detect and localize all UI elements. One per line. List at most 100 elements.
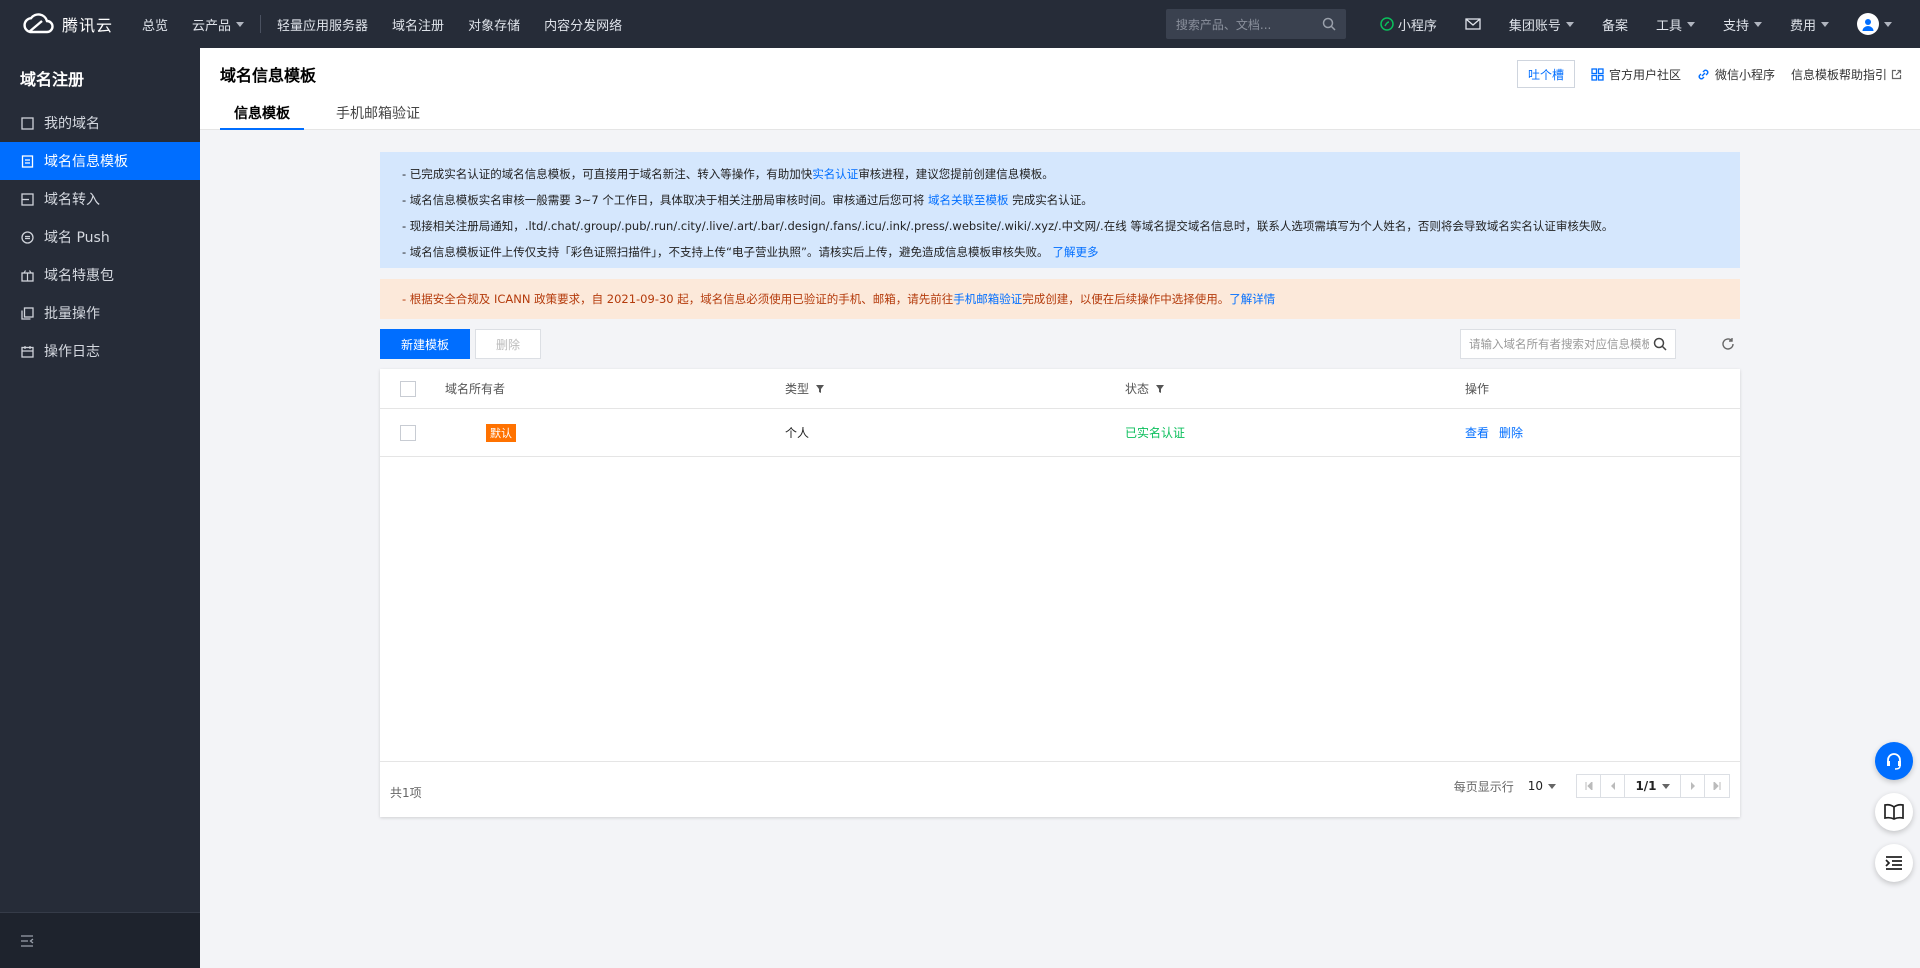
tab-verification[interactable]: 手机邮箱验证 [322,102,434,130]
customer-service-button[interactable] [1875,742,1913,780]
sidebar-item-batch[interactable]: 批量操作 [0,294,200,332]
sidebar-item-templates[interactable]: 域名信息模板 [0,142,200,180]
external-link-icon [1891,69,1902,79]
sidebar-item-log[interactable]: 操作日志 [0,332,200,370]
new-template-button[interactable]: 新建模板 [380,329,470,359]
headset-icon [1887,753,1901,770]
select-all-checkbox[interactable] [400,380,416,397]
owner-cell: 默认 [486,409,516,456]
brand-logo[interactable]: 腾讯云 [0,12,130,36]
view-link[interactable]: 查看 [1465,424,1489,441]
per-page-select[interactable]: 10 [1528,779,1556,793]
top-right-area: 搜索产品、文档... 小程序 集团账号 备案 工具 支持 费用 [1165,0,1920,48]
nav-domain-label: 域名注册 [392,18,445,34]
table-footer: 共1项 每页显示行 10 1/1 [380,761,1740,817]
notice-text: - 根据安全合规及 ICANN 政策要求，自 2021-09-30 起，域名信息… [402,292,954,306]
gift-icon [20,268,34,282]
type-cell: 个人 [785,426,810,440]
phone-email-verify-link[interactable]: 手机邮箱验证 [953,292,1022,306]
nav-cos-label: 对象存储 [468,18,521,34]
nav-cos[interactable]: 对象存储 [456,0,532,48]
outline-button[interactable] [1875,844,1913,882]
link-domain-template[interactable]: 域名关联至模板 [928,193,1009,207]
sidebar-item-transfer[interactable]: 域名转入 [0,180,200,218]
current-page-select[interactable]: 1/1 [1625,775,1681,797]
search-icon[interactable] [1653,337,1667,351]
mail-button[interactable] [1451,0,1495,48]
caret-down-icon [1548,783,1556,789]
tab-templates[interactable]: 信息模板 [220,102,304,130]
search-icon [1322,17,1336,31]
notice-text: 完成实名认证。 [1008,193,1093,207]
mini-program-link[interactable]: 小程序 [1366,0,1451,48]
sidebar-item-label: 批量操作 [44,306,100,322]
beian-link[interactable]: 备案 [1588,0,1642,48]
caret-down-icon [1661,783,1670,789]
row-checkbox[interactable] [400,424,416,441]
copy-icon [20,306,34,320]
refresh-button[interactable] [1718,334,1738,354]
filter-icon[interactable] [815,384,825,394]
global-search[interactable]: 搜索产品、文档... [1165,9,1346,39]
row-delete-link[interactable]: 删除 [1499,424,1523,441]
col-actions: 操作 [1465,382,1490,396]
grid-icon [1591,67,1604,81]
support-menu[interactable]: 支持 [1709,0,1776,48]
select-all-cell [400,369,416,408]
per-page-label: 每页显示行 [1453,779,1514,794]
template-search[interactable] [1460,329,1676,359]
document-icon [20,154,34,168]
notice-line-4: - 域名信息模板证件上传仅支持「彩色证照扫描件」，不支持上传“电子营业执照”。请… [402,239,1718,265]
notice-line-3: - 现接相关注册局通知，.ltd/.chat/.group/.pub/.run/… [402,219,1614,233]
community-link[interactable]: 官方用户社区 [1591,66,1681,83]
col-owner: 域名所有者 [445,382,506,396]
pagination: 每页显示行 10 1/1 [1454,774,1730,798]
tools-menu[interactable]: 工具 [1642,0,1709,48]
realname-link[interactable]: 实名认证 [812,167,858,181]
nav-cdn[interactable]: 内容分发网络 [532,0,634,48]
nav-products[interactable]: 云产品 [180,0,256,48]
prev-page-button[interactable] [1601,775,1625,797]
wechat-mini-link[interactable]: 微信小程序 [1697,66,1775,83]
nav-domain[interactable]: 域名注册 [380,0,456,48]
notice-text: - 域名信息模板实名审核一般需要 3~7 个工作日，具体取决于相关注册局审核时间… [402,193,929,207]
feedback-button[interactable]: 吐个槽 [1516,60,1575,88]
table-header: 域名所有者 类型 状态 操作 [380,369,1740,409]
col-status: 状态 [1125,369,1165,408]
row-select-cell [400,409,416,456]
filter-icon[interactable] [1155,384,1165,394]
template-search-input[interactable] [1469,337,1649,351]
last-page-button[interactable] [1705,775,1729,797]
global-search-placeholder: 搜索产品、文档... [1175,17,1272,32]
docs-button[interactable] [1875,793,1913,831]
account-menu[interactable]: 集团账号 [1495,0,1588,48]
learn-more-link[interactable]: 了解更多 [1052,245,1098,259]
delete-button[interactable]: 删除 [475,329,541,359]
nav-divider [260,15,262,33]
sidebar: 域名注册 我的域名 域名信息模板 域名转入 域名 Push 域名特惠包 批量操作… [0,48,200,968]
user-menu[interactable] [1843,0,1920,48]
fees-menu[interactable]: 费用 [1776,0,1843,48]
first-page-button[interactable] [1577,775,1601,797]
sidebar-item-bundle[interactable]: 域名特惠包 [0,256,200,294]
nav-lighthouse[interactable]: 轻量应用服务器 [265,0,380,48]
sidebar-collapse-button[interactable] [0,912,200,968]
sidebar-item-push[interactable]: 域名 Push [0,218,200,256]
last-page-icon [1713,782,1721,790]
fees-label: 费用 [1789,18,1816,34]
learn-details-link[interactable]: 了解详情 [1229,292,1275,306]
total-count: 共1项 [390,786,422,800]
push-icon [20,230,34,244]
help-guide-link[interactable]: 信息模板帮助指引 [1791,66,1902,83]
next-page-button[interactable] [1681,775,1705,797]
list-indent-icon [1885,856,1902,870]
actions-cell: 查看 删除 [1465,409,1533,456]
calendar-icon [20,344,34,358]
cloud-logo-icon [23,13,54,34]
next-page-icon [1690,782,1695,790]
nav-overview[interactable]: 总览 [130,0,180,48]
tools-label: 工具 [1655,18,1682,34]
wechat-mini-label: 微信小程序 [1714,67,1775,82]
notice-text: 完成创建，以便在后续操作中选择使用。 [1022,292,1230,306]
sidebar-item-my-domains[interactable]: 我的域名 [0,104,200,142]
